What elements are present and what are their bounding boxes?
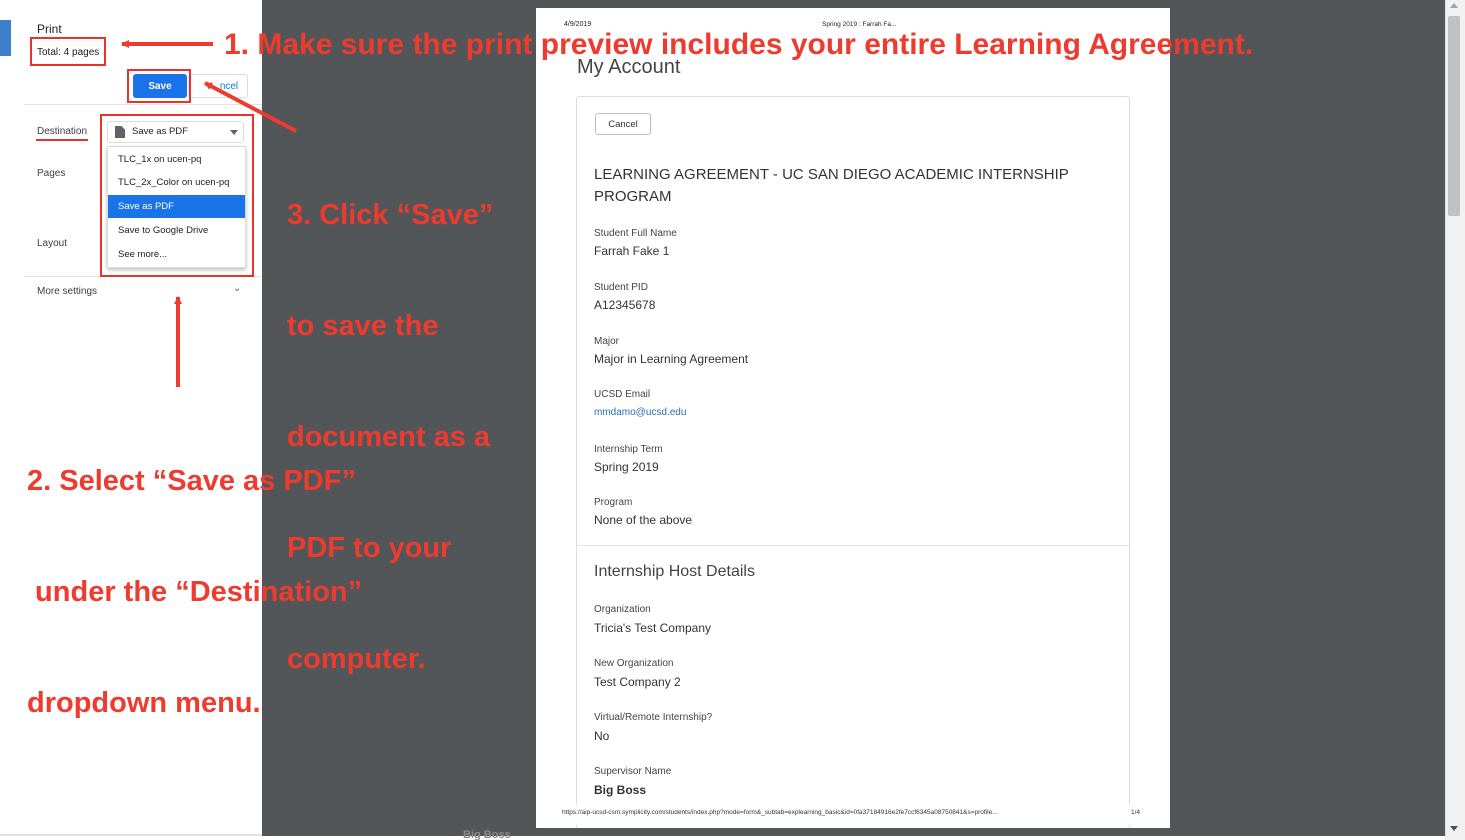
field-label-student-full-name: Student Full Name bbox=[594, 228, 677, 239]
annotation-step-3-line: document as a bbox=[287, 421, 491, 453]
scroll-down-arrow-icon[interactable] bbox=[1450, 826, 1458, 831]
chevron-down-icon[interactable]: ⌄ bbox=[233, 283, 241, 294]
highlight-destination-menu bbox=[100, 114, 254, 277]
field-label-major: Major bbox=[594, 336, 620, 347]
field-label-supervisor-name: Supervisor Name bbox=[594, 766, 672, 777]
page-header-title: Spring 2019 : Farrah Fa... bbox=[822, 21, 897, 28]
next-page-peek-text: Big Boss bbox=[463, 829, 511, 840]
field-value-major: Major in Learning Agreement bbox=[594, 352, 749, 366]
field-value-student-full-name: Farrah Fake 1 bbox=[594, 244, 670, 258]
page-header-date: 4/9/2019 bbox=[564, 21, 592, 28]
page-footer-number: 1/4 bbox=[1131, 809, 1141, 816]
field-value-new-organization: Test Company 2 bbox=[594, 675, 681, 689]
page-footer-url: https://aip-ucsd-csm.symplicity.com/stud… bbox=[562, 809, 998, 816]
host-details-heading: Internship Host Details bbox=[594, 563, 755, 580]
layout-label: Layout bbox=[37, 238, 68, 249]
annotation-step-3-line: to save the bbox=[287, 310, 439, 342]
page-cancel-button[interactable]: Cancel bbox=[595, 113, 651, 135]
annotation-step-3: 3. Click “Save” to save the document as … bbox=[287, 123, 493, 715]
field-label-organization: Organization bbox=[594, 604, 651, 615]
field-label-virtual-remote: Virtual/Remote Internship? bbox=[594, 712, 713, 723]
cancel-button-label: ncel bbox=[219, 80, 239, 92]
annotation-step-3-line: computer. bbox=[287, 643, 426, 675]
field-label-new-organization: New Organization bbox=[594, 658, 674, 669]
page-footer: https://aip-ucsd-csm.symplicity.com/stud… bbox=[536, 805, 1170, 825]
more-settings-toggle[interactable]: More settings bbox=[37, 286, 97, 297]
scroll-up-arrow-icon[interactable] bbox=[1450, 3, 1458, 8]
destination-underline-mark bbox=[36, 139, 88, 141]
field-value-student-pid: A12345678 bbox=[594, 298, 656, 312]
preview-scrollbar-thumb[interactable] bbox=[1448, 16, 1460, 216]
annotation-step-3-line: 3. Click “Save” bbox=[287, 199, 494, 231]
sidebar-divider bbox=[24, 104, 262, 105]
sidebar-bottom-border bbox=[0, 834, 262, 836]
card-section-divider bbox=[577, 545, 1129, 546]
annotation-step-3-line: PDF to your bbox=[287, 532, 452, 564]
field-label-internship-term: Internship Term bbox=[594, 444, 663, 455]
field-label-program: Program bbox=[594, 497, 633, 508]
field-value-virtual-remote: No bbox=[594, 729, 610, 743]
pages-label: Pages bbox=[37, 168, 66, 179]
annotation-step-1: 1. Make sure the print preview includes … bbox=[224, 28, 1254, 61]
window-accent-strip bbox=[0, 20, 11, 56]
destination-label: Destination bbox=[37, 126, 88, 137]
field-value-program: None of the above bbox=[594, 513, 693, 527]
field-value-internship-term: Spring 2019 bbox=[594, 460, 659, 474]
print-dialog-title: Print bbox=[37, 22, 62, 36]
learning-agreement-card: Cancel LEARNING AGREEMENT - UC SAN DIEGO… bbox=[576, 96, 1130, 828]
highlight-save-button bbox=[127, 69, 191, 103]
learning-agreement-heading: LEARNING AGREEMENT - UC SAN DIEGO ACADEM… bbox=[594, 166, 1069, 205]
cancel-button[interactable]: ncel bbox=[188, 74, 248, 98]
field-label-ucsd-email: UCSD Email bbox=[594, 389, 651, 400]
field-label-student-pid: Student PID bbox=[594, 282, 648, 293]
highlight-total-pages bbox=[30, 37, 106, 66]
field-value-supervisor-name: Big Boss bbox=[594, 783, 647, 797]
field-value-organization: Tricia's Test Company bbox=[594, 621, 711, 635]
preview-bottom-strip bbox=[262, 836, 1445, 840]
field-value-ucsd-email-link[interactable]: mmdamo@ucsd.edu bbox=[594, 407, 686, 418]
preview-page: 4/9/2019 Spring 2019 : Farrah Fa... My A… bbox=[536, 8, 1170, 828]
